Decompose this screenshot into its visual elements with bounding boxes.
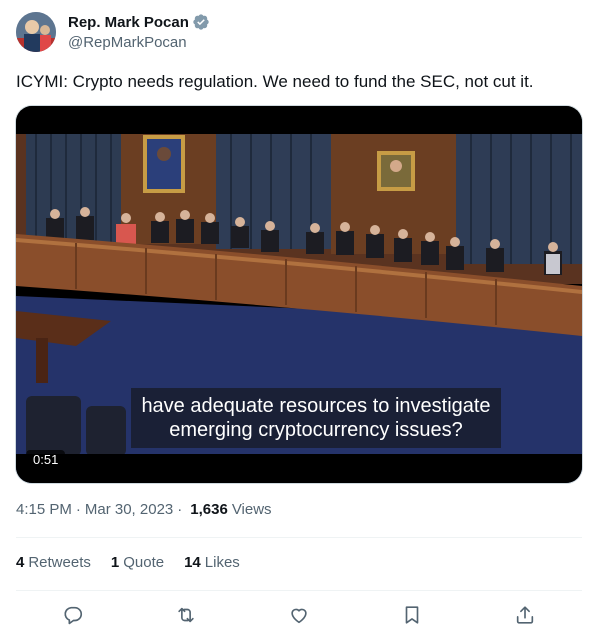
- share-icon: [517, 606, 534, 624]
- tweet-meta: 4:15 PM · Mar 30, 2023 · 1,636 Views: [16, 501, 272, 518]
- author-name[interactable]: Rep. Mark Pocan: [68, 14, 189, 31]
- retweet-button[interactable]: [169, 598, 203, 632]
- retweet-icon: [178, 607, 194, 623]
- tweet-text: ICYMI: Crypto needs regulation. We need …: [16, 72, 534, 91]
- share-button[interactable]: [508, 598, 542, 632]
- author-handle[interactable]: @RepMarkPocan: [68, 34, 187, 51]
- quotes-label: Quote: [123, 554, 165, 571]
- retweets-count: 4: [16, 554, 25, 571]
- caption-line-2: emerging cryptocurrency issues?: [169, 419, 463, 441]
- name-row: Rep. Mark Pocan: [68, 13, 210, 31]
- likes-label: Likes: [204, 554, 240, 571]
- reply-button[interactable]: [56, 598, 90, 632]
- reply-icon: [64, 606, 82, 625]
- quotes-count: 1: [110, 554, 120, 571]
- quotes-stat[interactable]: 1 Quote: [111, 554, 164, 571]
- video-player[interactable]: have adequate resources to investigate e…: [16, 106, 582, 483]
- views-count: 1,636: [190, 501, 228, 518]
- verified-badge-icon: [192, 13, 210, 31]
- retweets-label: Retweets: [28, 554, 91, 571]
- bookmark-button[interactable]: [395, 598, 429, 632]
- bookmark-icon: [405, 606, 419, 624]
- action-bar: [16, 598, 582, 632]
- meta-separator: ·: [75, 501, 81, 518]
- divider: [16, 590, 582, 591]
- meta-separator: ·: [177, 501, 183, 518]
- likes-stat[interactable]: 14 Likes: [184, 554, 240, 571]
- tweet-time[interactable]: 4:15 PM: [16, 501, 72, 518]
- avatar[interactable]: [16, 12, 56, 52]
- tweet-date[interactable]: Mar 30, 2023: [85, 501, 173, 518]
- retweets-stat[interactable]: 4 Retweets: [16, 554, 91, 571]
- views-label: Views: [231, 501, 272, 518]
- tweet-stats: 4 Retweets 1 Quote 14 Likes: [16, 554, 260, 571]
- caption-line-1: have adequate resources to investigate: [141, 395, 491, 417]
- like-icon: [291, 608, 307, 624]
- divider: [16, 537, 582, 538]
- video-caption: have adequate resources to investigate e…: [131, 388, 501, 448]
- video-duration: 0:51: [26, 450, 66, 469]
- like-button[interactable]: [282, 598, 316, 632]
- likes-count: 14: [184, 554, 201, 571]
- tweet-header: Rep. Mark Pocan @RepMarkPocan: [16, 12, 582, 54]
